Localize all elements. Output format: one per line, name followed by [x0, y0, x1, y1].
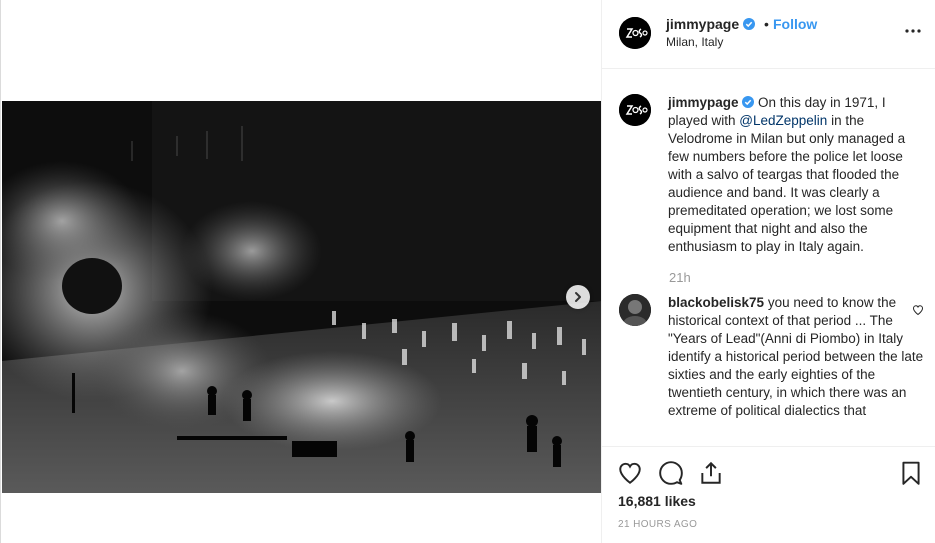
- comment-icon[interactable]: [658, 460, 684, 486]
- caption-text: jimmypage On this day in 1971, I played …: [668, 94, 924, 256]
- mention-link[interactable]: @LedZeppelin: [739, 113, 827, 128]
- header-username[interactable]: jimmypage: [666, 16, 756, 32]
- verified-badge-icon: [742, 96, 755, 108]
- follow-button[interactable]: Follow: [773, 16, 817, 32]
- separator-dot: •: [764, 16, 769, 32]
- commenter-avatar[interactable]: [619, 294, 651, 326]
- concert-teargas-photo: [2, 101, 602, 493]
- share-icon[interactable]: [698, 460, 724, 486]
- post-sidebar: jimmypage • Follow Milan, Italy jimmypag…: [601, 0, 935, 543]
- likes-count[interactable]: 16,881 likes: [618, 493, 696, 509]
- comments-section: jimmypage On this day in 1971, I played …: [602, 70, 935, 446]
- zoso-logo-icon: [619, 17, 651, 49]
- comment-body: you need to know the historical context …: [668, 295, 924, 418]
- post-photo[interactable]: [2, 101, 602, 493]
- posted-time[interactable]: 21 HOURS AGO: [618, 519, 697, 530]
- commenter-avatar-icon: [619, 294, 651, 326]
- caption-body-end: in the Velodrome in Milan but only manag…: [668, 113, 906, 254]
- location-link[interactable]: Milan, Italy: [666, 35, 723, 49]
- zoso-logo-icon: [619, 94, 651, 126]
- verified-badge-icon: [743, 18, 756, 30]
- bookmark-icon[interactable]: [898, 460, 924, 486]
- media-panel: [0, 0, 602, 543]
- post-header: jimmypage • Follow Milan, Italy: [602, 0, 935, 69]
- caption-time[interactable]: 21h: [669, 270, 691, 285]
- caption-avatar[interactable]: [619, 94, 651, 126]
- avatar[interactable]: [619, 17, 651, 49]
- next-image-button[interactable]: [566, 285, 590, 309]
- username-text[interactable]: jimmypage: [666, 16, 739, 32]
- more-options-icon[interactable]: [904, 22, 922, 40]
- actions-bar: 16,881 likes 21 HOURS AGO: [602, 446, 935, 543]
- comment-like-heart-icon[interactable]: [912, 304, 924, 316]
- heart-icon[interactable]: [617, 460, 643, 486]
- caption-username[interactable]: jimmypage: [668, 95, 739, 110]
- comment-text: blackobelisk75 you need to know the hist…: [668, 294, 924, 420]
- comment-username[interactable]: blackobelisk75: [668, 295, 764, 310]
- chevron-right-icon: [575, 292, 581, 302]
